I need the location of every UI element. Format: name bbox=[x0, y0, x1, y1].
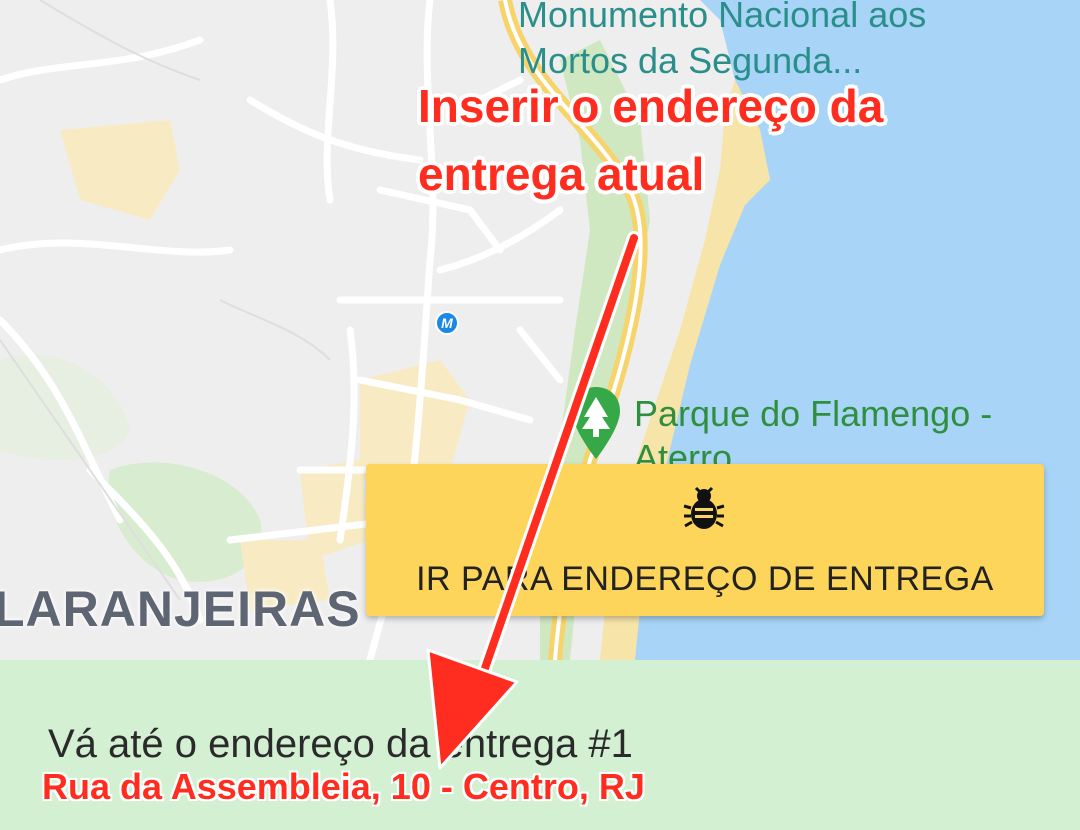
annotation-callout: Inserir o endereço da entrega atual bbox=[418, 80, 884, 200]
district-label: LARANJEIRAS bbox=[0, 581, 361, 637]
delivery-address: Rua da Assembleia, 10 - Centro, RJ bbox=[42, 766, 645, 807]
metro-station-icon[interactable]: M bbox=[435, 311, 459, 335]
bug-icon bbox=[682, 484, 726, 537]
delivery-instruction: Vá até o endereço da entrega #1 bbox=[48, 722, 633, 766]
delivery-info-panel: Vá até o endereço da entrega #1 Rua da A… bbox=[0, 660, 1080, 830]
go-to-delivery-address-label: IR PARA ENDEREÇO DE ENTREGA bbox=[416, 560, 994, 598]
go-to-delivery-address-button[interactable]: IR PARA ENDEREÇO DE ENTREGA bbox=[366, 464, 1044, 616]
